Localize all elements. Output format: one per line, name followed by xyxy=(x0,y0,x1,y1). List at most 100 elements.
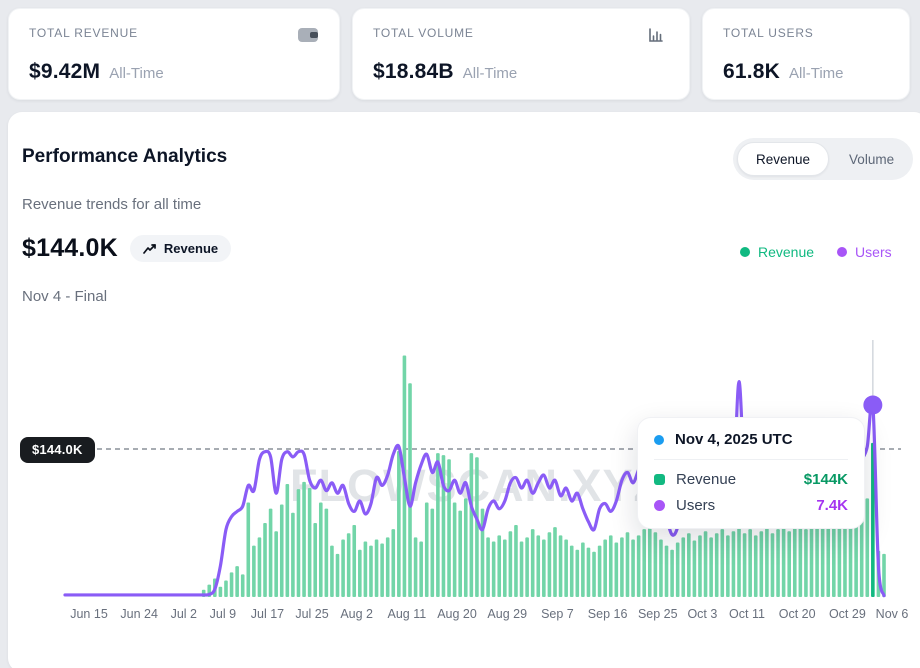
revenue-bar[interactable] xyxy=(520,542,524,598)
legend-item-revenue[interactable]: Revenue xyxy=(740,244,814,260)
revenue-bar[interactable] xyxy=(347,533,351,597)
revenue-bar[interactable] xyxy=(475,457,479,597)
revenue-bar[interactable] xyxy=(408,383,412,597)
revenue-bar[interactable] xyxy=(587,548,591,597)
revenue-bar[interactable] xyxy=(670,550,674,597)
revenue-bar[interactable] xyxy=(782,525,786,597)
revenue-bar[interactable] xyxy=(341,539,345,597)
revenue-bar[interactable] xyxy=(715,533,719,597)
legend-item-users[interactable]: Users xyxy=(837,244,892,260)
revenue-bar[interactable] xyxy=(648,525,652,597)
revenue-bar[interactable] xyxy=(397,451,401,597)
toggle-option-revenue[interactable]: Revenue xyxy=(737,142,829,176)
revenue-bar[interactable] xyxy=(458,511,462,597)
revenue-bar[interactable] xyxy=(698,535,702,597)
revenue-bar[interactable] xyxy=(654,532,658,597)
revenue-bar[interactable] xyxy=(598,546,602,597)
revenue-bar[interactable] xyxy=(559,535,563,597)
revenue-bar[interactable] xyxy=(838,525,842,597)
revenue-bar[interactable] xyxy=(297,489,301,597)
revenue-bar[interactable] xyxy=(726,535,730,597)
revenue-bar[interactable] xyxy=(592,552,596,597)
revenue-bar[interactable] xyxy=(564,539,568,597)
revenue-bar[interactable] xyxy=(330,546,334,597)
revenue-bar[interactable] xyxy=(709,537,713,597)
revenue-bar[interactable] xyxy=(269,509,273,597)
revenue-bar[interactable] xyxy=(391,529,395,597)
revenue-bar[interactable] xyxy=(425,502,429,597)
revenue-bar[interactable] xyxy=(380,544,384,597)
revenue-bar[interactable] xyxy=(447,459,451,597)
revenue-bar[interactable] xyxy=(436,453,440,597)
revenue-bar[interactable] xyxy=(286,484,290,597)
revenue-bar[interactable] xyxy=(659,539,663,597)
revenue-bar[interactable] xyxy=(302,482,306,597)
selected-point-marker[interactable] xyxy=(863,396,882,415)
revenue-bar[interactable] xyxy=(369,546,373,597)
revenue-bar[interactable] xyxy=(503,539,507,597)
revenue-bar[interactable] xyxy=(843,521,847,597)
revenue-bar[interactable] xyxy=(235,566,239,597)
revenue-bar[interactable] xyxy=(386,537,390,597)
revenue-bar[interactable] xyxy=(548,532,552,597)
revenue-bar[interactable] xyxy=(375,539,379,597)
revenue-bar[interactable] xyxy=(431,509,435,597)
revenue-bar[interactable] xyxy=(364,542,368,598)
revenue-bar[interactable] xyxy=(536,535,540,597)
revenue-bar[interactable] xyxy=(799,523,803,597)
revenue-bar[interactable] xyxy=(497,535,501,597)
revenue-bar[interactable] xyxy=(252,546,256,597)
revenue-bar[interactable] xyxy=(681,537,685,597)
revenue-bar[interactable] xyxy=(687,533,691,597)
revenue-bar[interactable] xyxy=(581,543,585,597)
revenue-bar[interactable] xyxy=(514,525,518,597)
revenue-bar[interactable] xyxy=(732,531,736,597)
revenue-bar[interactable] xyxy=(771,533,775,597)
revenue-bar[interactable] xyxy=(704,531,708,597)
revenue-bar[interactable] xyxy=(414,537,418,597)
revenue-bar[interactable] xyxy=(246,502,250,597)
revenue-bar[interactable] xyxy=(754,535,758,597)
revenue-bar[interactable] xyxy=(609,535,613,597)
revenue-bar[interactable] xyxy=(631,539,635,597)
revenue-bar[interactable] xyxy=(336,554,340,597)
revenue-bar[interactable] xyxy=(509,531,513,597)
revenue-bar[interactable] xyxy=(810,525,814,597)
revenue-bar[interactable] xyxy=(313,523,317,597)
revenue-bar[interactable] xyxy=(865,498,869,597)
toggle-option-volume[interactable]: Volume xyxy=(831,142,912,176)
revenue-bar[interactable] xyxy=(737,527,741,597)
revenue-bar[interactable] xyxy=(464,498,468,597)
revenue-bar[interactable] xyxy=(230,572,234,597)
revenue-bar[interactable] xyxy=(525,537,529,597)
revenue-bar[interactable] xyxy=(352,525,356,597)
revenue-bar[interactable] xyxy=(720,529,724,597)
revenue-bar[interactable] xyxy=(570,546,574,597)
revenue-bar[interactable] xyxy=(542,539,546,597)
revenue-bar[interactable] xyxy=(280,505,284,598)
revenue-bar[interactable] xyxy=(553,527,557,597)
revenue-bar[interactable] xyxy=(626,532,630,597)
revenue-bar[interactable] xyxy=(793,527,797,597)
revenue-bar[interactable] xyxy=(470,453,474,597)
revenue-bar[interactable] xyxy=(620,537,624,597)
revenue-bar[interactable] xyxy=(419,542,423,598)
revenue-bar[interactable] xyxy=(615,543,619,597)
revenue-bar[interactable] xyxy=(815,521,819,597)
revenue-bar[interactable] xyxy=(642,529,646,597)
revenue-bar[interactable] xyxy=(319,502,323,597)
revenue-bar[interactable] xyxy=(743,533,747,597)
revenue-bar[interactable] xyxy=(325,509,329,597)
revenue-bar[interactable] xyxy=(665,546,669,597)
revenue-bar[interactable] xyxy=(486,537,490,597)
revenue-bar[interactable] xyxy=(224,581,228,597)
revenue-bar[interactable] xyxy=(603,539,607,597)
revenue-bar[interactable] xyxy=(241,574,245,597)
revenue-bar[interactable] xyxy=(492,542,496,598)
revenue-bar[interactable] xyxy=(258,537,262,597)
revenue-bar[interactable] xyxy=(821,527,825,597)
revenue-bar[interactable] xyxy=(804,529,808,597)
revenue-bar[interactable] xyxy=(765,527,769,597)
revenue-bar[interactable] xyxy=(308,488,312,597)
revenue-bar[interactable] xyxy=(531,529,535,597)
